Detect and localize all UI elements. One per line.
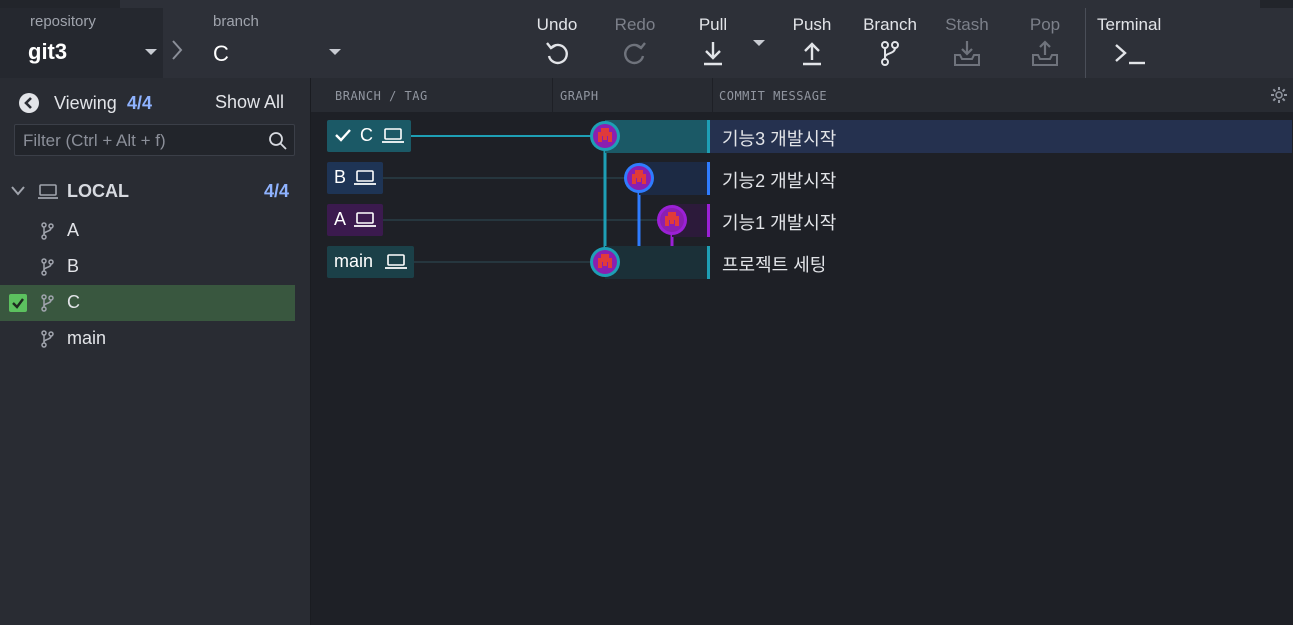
push-label: Push [792, 15, 832, 34]
chevron-down-icon [11, 186, 25, 196]
branch-item[interactable]: main [0, 321, 295, 357]
branch-item[interactable]: B [0, 249, 295, 285]
push-icon [803, 42, 821, 66]
terminal-icon [1115, 44, 1145, 65]
undo-button[interactable]: Undo [527, 8, 587, 78]
viewing-header: Viewing 4/4 Show All [18, 92, 308, 114]
show-all-link[interactable]: Show All [215, 92, 284, 113]
branch-ref-label: main [334, 251, 374, 271]
branch-button[interactable]: Branch [856, 8, 924, 78]
check-icon [335, 129, 351, 142]
commit-message: 기능1 개발시작 [722, 213, 837, 233]
commit-row[interactable]: 프로젝트 세팅 [707, 246, 1292, 279]
active-tab-bar [120, 0, 1260, 8]
commit-row[interactable]: 기능1 개발시작 [707, 204, 1292, 237]
branch-ref-label: A [334, 209, 347, 229]
left-panel: Viewing 4/4 Show All LOCAL 4/4 ABCmain [0, 78, 311, 625]
toolbar: repository git3 branch C Undo Redo Pull … [0, 0, 1293, 78]
redo-icon [624, 42, 646, 65]
branch-icon [41, 294, 54, 312]
gitkraken-window: repository git3 branch C Undo Redo Pull … [0, 0, 1293, 625]
chevron-down-icon [329, 49, 341, 55]
local-section-header[interactable]: LOCAL 4/4 [0, 178, 311, 206]
commit-avatar[interactable] [589, 246, 621, 278]
terminal-label: Terminal [1097, 15, 1162, 34]
branch-name: main [67, 328, 107, 348]
branch-icon [41, 222, 54, 240]
repository-selector[interactable]: repository git3 [0, 8, 163, 78]
commit-row[interactable]: 기능3 개발시작 [707, 120, 1292, 153]
laptop-icon [354, 170, 376, 185]
chevron-down-icon [145, 49, 157, 55]
redo-label: Redo [614, 15, 656, 34]
commit-graph-panel: BRANCH / TAG GRAPH COMMIT MESSAGE 기능3 개발… [311, 78, 1293, 625]
commit-message: 기능3 개발시작 [722, 129, 837, 149]
viewing-count: 4/4 [127, 93, 153, 113]
laptop-icon [385, 254, 407, 269]
branch-label-btn: Branch [863, 15, 917, 34]
branch-item[interactable]: C [0, 285, 295, 321]
local-label: LOCAL [67, 181, 129, 201]
branch-selector[interactable]: branch C [195, 8, 355, 78]
stash-button[interactable]: Stash [937, 8, 997, 78]
checked-out-check-icon [9, 294, 27, 312]
filter-input[interactable] [23, 130, 258, 152]
branch-name: A [67, 220, 80, 240]
viewing-label: Viewing [54, 93, 117, 113]
branch-ref-label: C [360, 125, 373, 145]
pull-label: Pull [698, 15, 728, 34]
branch-name: C [67, 292, 80, 312]
laptop-icon [38, 184, 58, 199]
chevron-right-icon [172, 40, 183, 60]
commit-message: 프로젝트 세팅 [722, 255, 827, 275]
commit-row[interactable]: 기능2 개발시작 [707, 162, 1292, 195]
branch-ref-pill[interactable]: main [327, 246, 414, 278]
branch-icon [881, 41, 899, 66]
stash-icon [954, 41, 980, 66]
branch-item[interactable]: A [0, 213, 295, 249]
stash-label: Stash [945, 15, 989, 34]
pull-icon [704, 42, 722, 66]
undo-label: Undo [536, 15, 578, 34]
branch-icon [41, 258, 54, 276]
back-arrow-icon[interactable] [18, 92, 40, 114]
laptop-icon [354, 212, 376, 227]
commit-message: 기능2 개발시작 [722, 171, 837, 191]
commit-avatar[interactable] [623, 162, 655, 194]
repository-name: git3 [28, 39, 68, 64]
filter-box [14, 124, 295, 156]
toolbar-divider [1085, 8, 1086, 78]
terminal-button[interactable]: Terminal [1097, 8, 1169, 78]
branch-name: C [213, 41, 229, 66]
laptop-icon [382, 128, 404, 143]
push-button[interactable]: Push [782, 8, 842, 78]
pop-label: Pop [1029, 15, 1061, 34]
branch-label: branch [213, 13, 259, 30]
pull-options-caret-icon[interactable] [753, 40, 765, 46]
commit-avatar[interactable] [656, 204, 688, 236]
search-icon [269, 132, 287, 150]
branch-ref-pill[interactable]: A [327, 204, 383, 236]
branch-ref-pill[interactable]: C [327, 120, 411, 152]
repository-label: repository [30, 13, 96, 30]
branch-name: B [67, 256, 80, 276]
pop-button[interactable]: Pop [1015, 8, 1075, 78]
branch-ref-label: B [334, 167, 347, 187]
branch-icon [41, 330, 54, 348]
branch-ref-pill[interactable]: B [327, 162, 383, 194]
pop-icon [1032, 40, 1058, 66]
redo-button[interactable]: Redo [605, 8, 665, 78]
pull-button[interactable]: Pull [683, 8, 743, 78]
undo-icon [546, 42, 568, 65]
commit-avatar[interactable] [589, 120, 621, 152]
graph-lines [383, 135, 674, 264]
local-count: 4/4 [264, 181, 290, 201]
